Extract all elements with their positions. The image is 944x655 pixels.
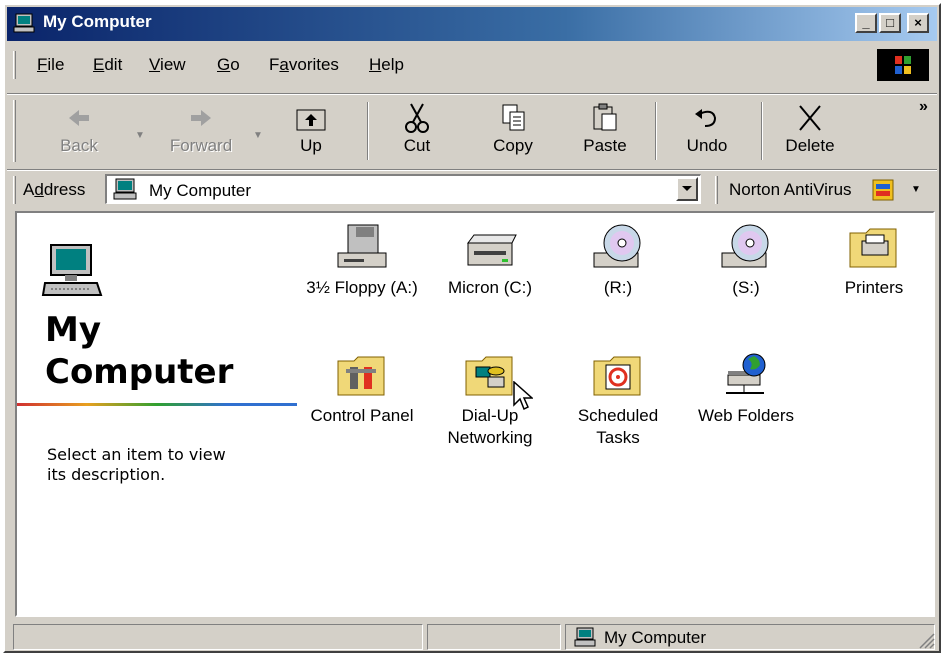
- status-panel-secondary: [427, 624, 561, 650]
- paste-icon: [593, 103, 617, 131]
- status-bar: My Computer: [7, 621, 937, 651]
- panel-title: My Computer: [45, 310, 234, 392]
- webview-info-panel: My Computer Select an item to view its d…: [17, 213, 297, 615]
- folder-printers[interactable]: Printers: [815, 223, 933, 299]
- close-button[interactable]: ×: [907, 13, 929, 33]
- my-computer-window: My Computer _ □ × File Edit View Go Favo…: [3, 3, 941, 653]
- printers-folder-icon: [849, 228, 897, 268]
- menu-help[interactable]: Help: [369, 55, 404, 75]
- status-panel-main: [13, 624, 423, 650]
- address-label: Address: [23, 180, 86, 199]
- computer-icon: [113, 178, 137, 200]
- scissors-icon: [405, 103, 429, 133]
- dialup-networking-folder-icon: [465, 356, 513, 396]
- norton-antivirus-icon[interactable]: [871, 178, 895, 202]
- paste-button[interactable]: Paste: [573, 102, 637, 162]
- menu-favorites[interactable]: Favorites: [269, 55, 339, 75]
- cd-drive-icon: [721, 224, 769, 268]
- status-text: My Computer: [604, 628, 707, 647]
- panel-description: Select an item to view its description.: [47, 445, 226, 484]
- computer-icon: [13, 13, 35, 33]
- address-input[interactable]: My Computer: [105, 174, 701, 204]
- up-button[interactable]: Up: [281, 102, 341, 162]
- folder-view: My Computer Select an item to view its d…: [15, 211, 935, 617]
- toolbar-grip[interactable]: [13, 100, 16, 162]
- toolbar-separator: [367, 102, 369, 160]
- standard-toolbar: Back ▼ Forward ▼ Up Cut Copy Paste Undo …: [7, 93, 937, 168]
- drive-cd-s[interactable]: (S:): [687, 223, 805, 299]
- forward-button[interactable]: Forward: [157, 102, 245, 162]
- up-folder-icon: [296, 109, 326, 131]
- menubar-grip[interactable]: [13, 51, 16, 79]
- back-button[interactable]: Back: [43, 102, 115, 162]
- copy-icon: [502, 104, 525, 131]
- folder-scheduled-tasks[interactable]: Scheduled Tasks: [559, 351, 677, 449]
- hard-drive-icon: [467, 234, 517, 266]
- resize-grip-icon[interactable]: [917, 631, 935, 649]
- norton-dropdown-icon[interactable]: ▼: [911, 184, 921, 195]
- status-panel-zone: My Computer: [565, 624, 935, 650]
- folder-control-panel[interactable]: Control Panel: [303, 351, 421, 427]
- scheduled-tasks-folder-icon: [593, 356, 641, 396]
- minimize-button[interactable]: _: [855, 13, 877, 33]
- cut-button[interactable]: Cut: [387, 102, 447, 162]
- address-bar: Address My Computer Norton AntiVirus ▼: [7, 169, 937, 210]
- address-value: My Computer: [149, 181, 252, 200]
- toolbar-overflow-chevron-icon[interactable]: »: [919, 98, 928, 116]
- drive-micron-c[interactable]: Micron (C:): [431, 223, 549, 299]
- title-bar[interactable]: My Computer _ □ ×: [7, 7, 937, 41]
- window-title: My Computer: [43, 12, 152, 31]
- menu-file[interactable]: File: [37, 55, 64, 75]
- delete-x-icon: [799, 105, 821, 131]
- floppy-drive-icon: [337, 224, 387, 268]
- back-arrow-icon: [69, 110, 89, 126]
- delete-button[interactable]: Delete: [775, 102, 845, 162]
- forward-dropdown-icon[interactable]: ▼: [253, 130, 263, 141]
- norton-antivirus-label[interactable]: Norton AntiVirus: [729, 180, 852, 200]
- back-dropdown-icon[interactable]: ▼: [135, 130, 145, 141]
- title-divider: [17, 403, 297, 406]
- maximize-button[interactable]: □: [879, 13, 901, 33]
- toolbar-separator: [655, 102, 657, 160]
- windows-logo-icon: [877, 49, 929, 81]
- addressbar-grip[interactable]: [13, 176, 16, 204]
- toolbar-separator: [761, 102, 763, 160]
- address-dropdown-button[interactable]: [676, 177, 698, 201]
- computer-icon: [574, 627, 596, 647]
- undo-icon: [695, 109, 717, 127]
- cd-drive-icon: [593, 224, 641, 268]
- control-panel-folder-icon: [337, 356, 385, 396]
- forward-arrow-icon: [191, 110, 211, 126]
- menu-bar: File Edit View Go Favorites Help: [7, 45, 937, 85]
- folder-web-folders[interactable]: Web Folders: [687, 351, 805, 427]
- menu-go[interactable]: Go: [217, 55, 240, 75]
- menu-edit[interactable]: Edit: [93, 55, 122, 75]
- drive-floppy-a[interactable]: 3½ Floppy (A:): [303, 223, 421, 299]
- links-grip[interactable]: [715, 176, 718, 204]
- drive-cd-r[interactable]: (R:): [559, 223, 677, 299]
- copy-button[interactable]: Copy: [481, 102, 545, 162]
- menu-view[interactable]: View: [149, 55, 186, 75]
- undo-button[interactable]: Undo: [675, 102, 739, 162]
- my-computer-large-icon: [41, 244, 103, 296]
- web-folders-icon: [726, 353, 766, 394]
- mouse-cursor-icon: [513, 381, 533, 411]
